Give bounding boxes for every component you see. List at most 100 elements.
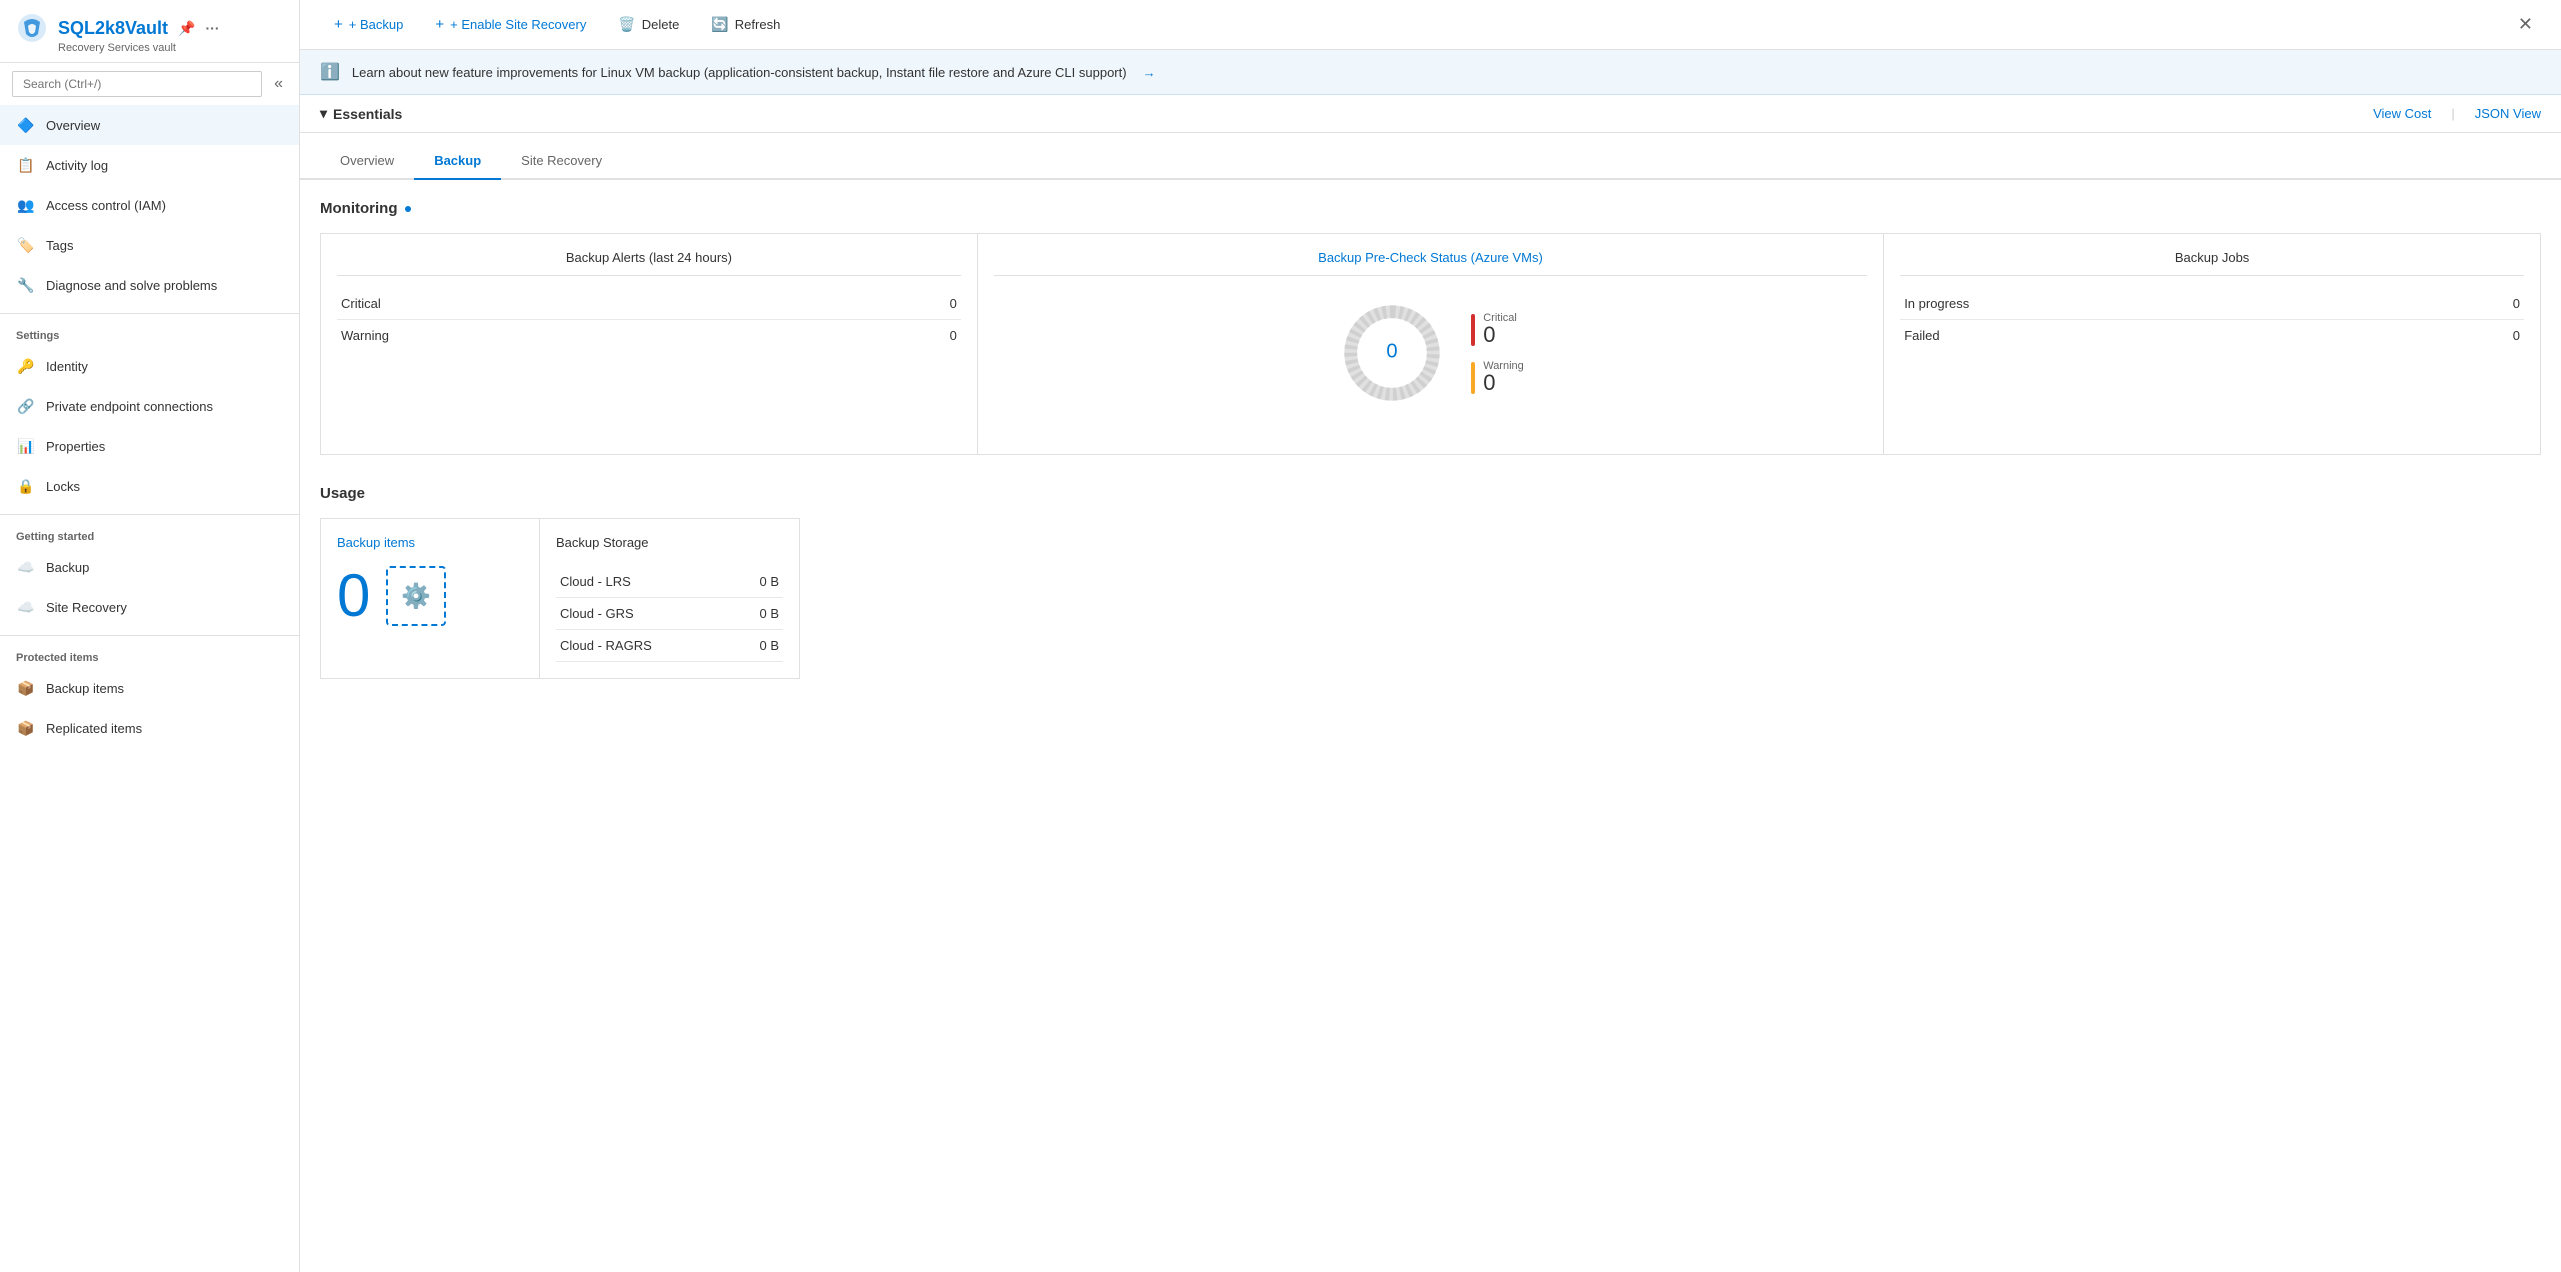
app-subtitle: Recovery Services vault bbox=[16, 42, 283, 54]
getting-started-section-label: Getting started bbox=[0, 514, 299, 547]
backup-button-icon: + bbox=[334, 16, 343, 33]
alerts-warning-row: Warning 0 bbox=[337, 320, 961, 351]
sidebar: SQL2k8Vault 📌 ··· Recovery Services vaul… bbox=[0, 0, 300, 1272]
tab-content: Monitoring Backup Alerts (last 24 hours)… bbox=[300, 180, 2561, 699]
sidebar-item-backup[interactable]: ☁️ Backup bbox=[0, 547, 299, 587]
backup-items-count: 0 bbox=[337, 566, 370, 626]
more-icon[interactable]: ··· bbox=[206, 20, 220, 36]
storage-ragrs-row: Cloud - RAGRS 0 B bbox=[556, 630, 783, 662]
usage-backup-storage-card: Backup Storage Cloud - LRS 0 B Cloud - G… bbox=[540, 518, 800, 679]
backup-button[interactable]: + + Backup bbox=[320, 10, 417, 39]
backup-alerts-title: Backup Alerts (last 24 hours) bbox=[337, 250, 961, 276]
warning-value: 0 bbox=[1483, 372, 1524, 394]
info-banner-link[interactable]: → bbox=[1143, 65, 1156, 80]
sidebar-item-diagnose[interactable]: 🔧 Diagnose and solve problems bbox=[0, 265, 299, 305]
sidebar-item-label: Diagnose and solve problems bbox=[46, 278, 217, 293]
enable-site-recovery-label: + Enable Site Recovery bbox=[450, 17, 586, 32]
backup-icon: ☁️ bbox=[16, 557, 36, 577]
essentials-toggle[interactable]: ▾ Essentials bbox=[320, 105, 402, 122]
activity-log-icon: 📋 bbox=[16, 155, 36, 175]
storage-lrs-row: Cloud - LRS 0 B bbox=[556, 566, 783, 598]
site-recovery-icon: ☁️ bbox=[16, 597, 36, 617]
sidebar-item-identity[interactable]: 🔑 Identity bbox=[0, 346, 299, 386]
delete-button[interactable]: 🗑️ Delete bbox=[604, 10, 693, 39]
sidebar-item-tags[interactable]: 🏷️ Tags bbox=[0, 225, 299, 265]
endpoint-icon: 🔗 bbox=[16, 396, 36, 416]
top-toolbar: + + Backup + + Enable Site Recovery 🗑️ D… bbox=[300, 0, 2561, 50]
monitoring-title: Monitoring bbox=[320, 200, 2541, 217]
refresh-button-icon: 🔄 bbox=[711, 16, 728, 33]
critical-value: 0 bbox=[1483, 324, 1517, 346]
sidebar-item-properties[interactable]: 📊 Properties bbox=[0, 426, 299, 466]
essentials-links: View Cost | JSON View bbox=[2373, 106, 2541, 121]
main-content: + + Backup + + Enable Site Recovery 🗑️ D… bbox=[300, 0, 2561, 1272]
backup-items-icon: ⚙️ bbox=[401, 582, 431, 611]
sidebar-item-locks[interactable]: 🔒 Locks bbox=[0, 466, 299, 506]
backup-items-link[interactable]: Backup items bbox=[337, 535, 523, 550]
backup-items-body: 0 ⚙️ bbox=[337, 566, 523, 626]
pin-icon[interactable]: 📌 bbox=[178, 20, 195, 37]
refresh-button[interactable]: 🔄 Refresh bbox=[697, 10, 794, 39]
backup-storage-title: Backup Storage bbox=[556, 535, 783, 550]
tab-overview[interactable]: Overview bbox=[320, 143, 414, 180]
pre-check-card: Backup Pre-Check Status (Azure VMs) 0 bbox=[978, 234, 1884, 454]
sidebar-item-label: Access control (IAM) bbox=[46, 198, 166, 213]
usage-cards: Backup items 0 ⚙️ Backup Storage Cloud -… bbox=[320, 518, 2541, 679]
identity-icon: 🔑 bbox=[16, 356, 36, 376]
properties-icon: 📊 bbox=[16, 436, 36, 456]
storage-lrs-label: Cloud - LRS bbox=[560, 574, 631, 589]
backup-button-label: + Backup bbox=[349, 17, 404, 32]
svg-text:0: 0 bbox=[1387, 341, 1398, 363]
tab-backup[interactable]: Backup bbox=[414, 143, 501, 180]
sidebar-item-label: Identity bbox=[46, 359, 88, 374]
storage-grs-row: Cloud - GRS 0 B bbox=[556, 598, 783, 630]
storage-grs-value: 0 B bbox=[759, 606, 779, 621]
delete-button-label: Delete bbox=[642, 17, 680, 32]
sidebar-item-activity-log[interactable]: 📋 Activity log bbox=[0, 145, 299, 185]
essentials-header: ▾ Essentials View Cost | JSON View bbox=[320, 105, 2541, 122]
sidebar-item-backup-items[interactable]: 📦 Backup items bbox=[0, 668, 299, 708]
app-name: SQL2k8Vault bbox=[58, 18, 168, 39]
collapse-button[interactable]: « bbox=[270, 71, 287, 97]
settings-section-label: Settings bbox=[0, 313, 299, 346]
jobs-failed-label: Failed bbox=[1904, 328, 1939, 343]
essentials-label: Essentials bbox=[333, 106, 402, 122]
app-title-row: SQL2k8Vault 📌 ··· bbox=[16, 12, 283, 44]
refresh-button-label: Refresh bbox=[735, 17, 781, 32]
critical-bar bbox=[1471, 314, 1475, 346]
sidebar-item-access-control[interactable]: 👥 Access control (IAM) bbox=[0, 185, 299, 225]
sidebar-toolbar: « bbox=[0, 63, 299, 105]
site-recovery-button-icon: + bbox=[435, 16, 444, 33]
sidebar-item-label: Locks bbox=[46, 479, 80, 494]
monitoring-dot bbox=[405, 206, 411, 212]
jobs-inprogress-row: In progress 0 bbox=[1900, 288, 2524, 320]
close-button[interactable]: ✕ bbox=[2510, 10, 2541, 39]
sidebar-item-label: Properties bbox=[46, 439, 105, 454]
sidebar-item-site-recovery[interactable]: ☁️ Site Recovery bbox=[0, 587, 299, 627]
monitoring-cards: Backup Alerts (last 24 hours) Critical 0… bbox=[320, 233, 2541, 455]
storage-ragrs-value: 0 B bbox=[759, 638, 779, 653]
replicated-items-icon: 📦 bbox=[16, 718, 36, 738]
chevron-down-icon: ▾ bbox=[320, 105, 327, 122]
locks-icon: 🔒 bbox=[16, 476, 36, 496]
content-area: ℹ️ Learn about new feature improvements … bbox=[300, 50, 2561, 1272]
search-input[interactable] bbox=[12, 71, 262, 97]
alerts-critical-label: Critical bbox=[341, 296, 381, 311]
sidebar-item-replicated-items[interactable]: 📦 Replicated items bbox=[0, 708, 299, 748]
backup-jobs-card: Backup Jobs In progress 0 Failed 0 bbox=[1884, 234, 2540, 454]
info-banner-text: Learn about new feature improvements for… bbox=[352, 65, 1127, 80]
sidebar-item-label: Replicated items bbox=[46, 721, 142, 736]
info-banner: ℹ️ Learn about new feature improvements … bbox=[300, 50, 2561, 95]
sidebar-item-overview[interactable]: 🔷 Overview bbox=[0, 105, 299, 145]
enable-site-recovery-button[interactable]: + + Enable Site Recovery bbox=[421, 10, 600, 39]
donut-chart: 0 bbox=[1337, 298, 1447, 408]
iam-icon: 👥 bbox=[16, 195, 36, 215]
pre-check-title[interactable]: Backup Pre-Check Status (Azure VMs) bbox=[994, 250, 1867, 276]
jobs-failed-row: Failed 0 bbox=[1900, 320, 2524, 351]
view-cost-link[interactable]: View Cost bbox=[2373, 106, 2431, 121]
jobs-inprogress-label: In progress bbox=[1904, 296, 1969, 311]
tab-site-recovery[interactable]: Site Recovery bbox=[501, 143, 622, 180]
usage-backup-items-card: Backup items 0 ⚙️ bbox=[320, 518, 540, 679]
sidebar-item-private-endpoint[interactable]: 🔗 Private endpoint connections bbox=[0, 386, 299, 426]
json-view-link[interactable]: JSON View bbox=[2475, 106, 2541, 121]
